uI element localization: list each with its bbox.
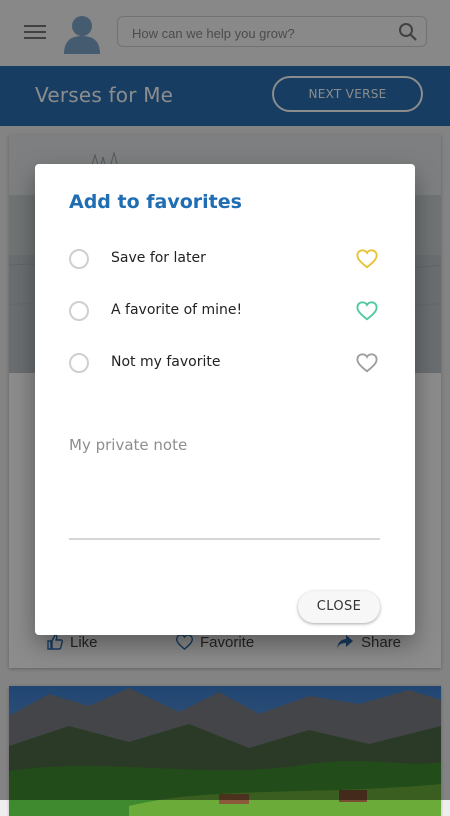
heart-icon	[356, 353, 378, 373]
option-label: A favorite of mine!	[111, 302, 243, 318]
radio-button[interactable]	[69, 249, 89, 269]
note-underline	[69, 538, 380, 540]
close-button[interactable]: CLOSE	[298, 591, 380, 623]
heart-icon	[356, 301, 378, 321]
option-save-for-later[interactable]: Save for later	[35, 240, 415, 280]
heart-icon	[356, 249, 378, 269]
option-label: Save for later	[111, 250, 206, 266]
option-favorite-of-mine[interactable]: A favorite of mine!	[35, 292, 415, 332]
radio-button[interactable]	[69, 301, 89, 321]
private-note-field[interactable]: My private note	[69, 436, 380, 454]
favorites-dialog: Add to favorites Save for later A favori…	[35, 164, 415, 635]
dialog-title: Add to favorites	[69, 191, 242, 213]
radio-button[interactable]	[69, 353, 89, 373]
option-not-my-favorite[interactable]: Not my favorite	[35, 344, 415, 384]
option-label: Not my favorite	[111, 354, 221, 370]
